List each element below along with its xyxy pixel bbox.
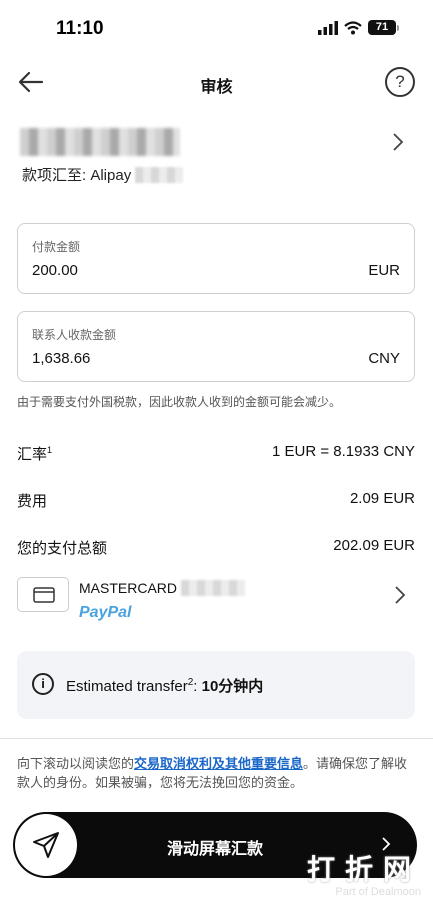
estimated-transfer-box: i Estimated transfer2: 10分钟内 <box>17 651 415 719</box>
page-title: 审核 <box>200 79 233 96</box>
redacted-card-number <box>181 580 246 596</box>
paypal-logo: PayPal <box>79 604 132 621</box>
exchange-rate-value: 1 EUR = 8.1933 CNY <box>272 443 415 460</box>
total-label: 您的支付总额 <box>17 540 108 557</box>
wifi-icon <box>344 20 362 34</box>
card-name: MASTERCARD <box>79 580 178 596</box>
watermark: 打折网 Part of Dealmoon <box>307 848 421 898</box>
info-icon: i <box>32 673 54 695</box>
chevron-right-icon <box>395 586 406 604</box>
tax-note: 由于需要支付外国税款，因此收款人收到的金额可能会减少。 <box>17 395 342 409</box>
estimate-label: Estimated transfer <box>66 678 188 695</box>
status-bar: 11:10 71 <box>0 0 433 60</box>
exchange-rate-label: 汇率 <box>17 446 48 463</box>
credit-card-icon <box>17 577 69 612</box>
recipient-name-redacted <box>20 128 180 156</box>
nav-header: 审核 ? <box>0 60 433 106</box>
payment-amount-value[interactable]: 200.00 <box>32 262 78 279</box>
recipient-amount-field[interactable]: 联系人收款金额 1,638.66 CNY <box>17 311 415 382</box>
help-icon[interactable]: ? <box>385 67 415 97</box>
cancellation-rights-link[interactable]: 交易取消权利及其他重要信息 <box>134 756 303 771</box>
battery-level: 71 <box>368 20 396 35</box>
recipient-currency: CNY <box>368 350 400 367</box>
recipient-amount-label: 联系人收款金额 <box>32 328 117 342</box>
payment-amount-label: 付款金额 <box>32 240 81 254</box>
recipient-row[interactable]: 款项汇至: Alipay <box>20 124 413 188</box>
divider <box>0 738 433 739</box>
fee-label: 费用 <box>17 493 48 510</box>
estimate-value: 10分钟内 <box>201 678 264 695</box>
footnote-2[interactable]: 2 <box>188 677 194 688</box>
payment-amount-field[interactable]: 付款金额 200.00 EUR <box>17 223 415 294</box>
fee-value: 2.09 EUR <box>349 490 415 507</box>
watermark-logo: 打折网 <box>306 854 421 885</box>
footnote-1[interactable]: 1 <box>47 445 52 455</box>
recipient-amount-value[interactable]: 1,638.66 <box>32 350 90 367</box>
total-value: 202.09 EUR <box>333 537 415 554</box>
chevron-right-icon <box>393 133 404 151</box>
payment-method-row[interactable]: MASTERCARD PayPal <box>17 577 415 637</box>
signal-icon <box>318 20 338 35</box>
redacted-account <box>135 166 184 183</box>
battery-indicator: 71 <box>368 20 399 35</box>
status-icons: 71 <box>318 20 399 35</box>
status-time: 11:10 <box>56 18 104 39</box>
legal-notice: 向下滚动以阅读您的交易取消权利及其他重要信息。请确保您了解收款人的身份。如果被骗… <box>17 756 408 790</box>
transfer-destination-label: 款项汇至: Alipay <box>22 167 132 184</box>
payment-currency: EUR <box>368 262 400 279</box>
